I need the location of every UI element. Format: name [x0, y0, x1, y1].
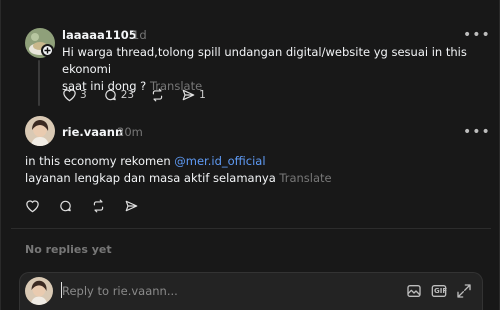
post-actions: 3 23 1	[62, 88, 206, 102]
reply-more-button[interactable]: •••	[463, 125, 491, 139]
repost-icon	[150, 88, 165, 102]
reply-composer[interactable]: Reply to rie.vaann... GIF	[19, 272, 483, 310]
reply-like-button[interactable]	[25, 199, 40, 213]
reply-text-line2: layanan lengkap dan masa aktif selamanya	[25, 171, 276, 185]
gif-label: GIF	[434, 287, 448, 295]
reply-text-line2-wrap: layanan lengkap dan masa aktif selamanya…	[25, 170, 332, 187]
post-repost-button[interactable]	[150, 88, 165, 102]
reply-time: 20m	[117, 125, 143, 139]
post-username[interactable]: laaaaa1105	[62, 28, 137, 42]
comment-icon	[58, 199, 73, 213]
reply-translate-link[interactable]: Translate	[279, 171, 331, 185]
post-share-button[interactable]: 1	[181, 88, 206, 102]
expand-icon[interactable]	[456, 283, 472, 303]
thread-panel: laaaaa1105 1d ••• Hi warga thread,tolong…	[0, 0, 500, 310]
post-share-count: 1	[199, 89, 206, 101]
reply-username[interactable]: rie.vaann	[62, 125, 123, 139]
reply-text-prefix: in this economy rekomen	[25, 154, 175, 168]
reply-share-button[interactable]	[124, 199, 139, 213]
reply-text-line1: in this economy rekomen @mer.id_official	[25, 153, 332, 170]
post-text-line1: Hi warga thread,tolong spill undangan di…	[62, 45, 467, 76]
post-more-button[interactable]: •••	[463, 28, 491, 42]
reply-input[interactable]: Reply to rie.vaann...	[62, 284, 178, 298]
reply-avatar[interactable]	[25, 116, 55, 146]
reply-actions	[25, 199, 139, 213]
image-icon[interactable]	[406, 283, 422, 303]
follow-plus-icon[interactable]	[41, 44, 54, 57]
reply-repost-button[interactable]	[91, 199, 106, 213]
post-time: 1d	[132, 28, 147, 42]
thread-connector-line	[38, 60, 40, 106]
reply-comment-button[interactable]	[58, 199, 73, 213]
comment-icon	[103, 88, 118, 102]
heart-icon	[62, 88, 77, 102]
post-like-count: 3	[80, 89, 87, 101]
post-comment-button[interactable]: 23	[103, 88, 134, 102]
no-replies-label: No replies yet	[25, 243, 112, 256]
gif-icon[interactable]: GIF	[431, 283, 447, 303]
post-like-button[interactable]: 3	[62, 88, 87, 102]
reply-mention-link[interactable]: @mer.id_official	[174, 154, 265, 168]
repost-icon	[91, 199, 106, 213]
reply-text: in this economy rekomen @mer.id_official…	[25, 153, 332, 187]
replies-divider	[11, 228, 491, 229]
heart-icon	[25, 199, 40, 213]
post-comment-count: 23	[120, 89, 135, 101]
send-icon	[181, 88, 196, 102]
send-icon	[124, 199, 139, 213]
composer-avatar	[25, 277, 53, 305]
